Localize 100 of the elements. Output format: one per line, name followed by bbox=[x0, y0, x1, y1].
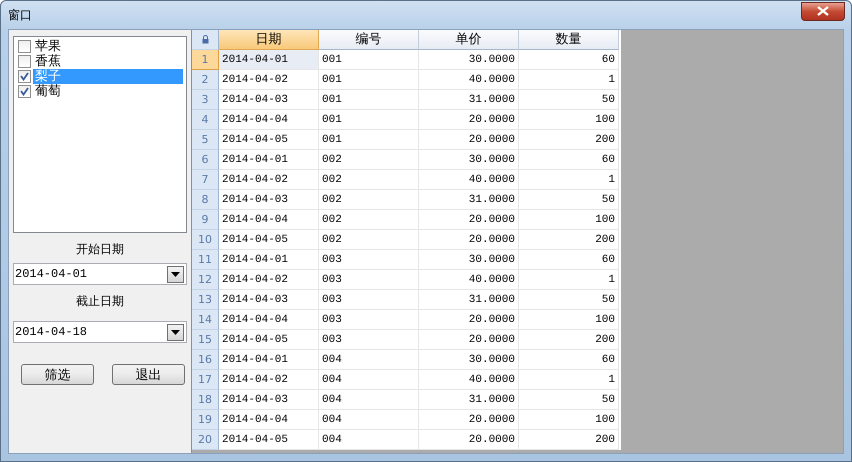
checkbox[interactable] bbox=[18, 40, 31, 53]
row-header[interactable]: 5 bbox=[192, 130, 219, 150]
row-header[interactable]: 15 bbox=[192, 330, 219, 350]
table-cell: 2014-04-04 bbox=[219, 210, 319, 230]
filter-button[interactable]: 筛选 bbox=[21, 364, 94, 385]
table-cell: 60 bbox=[519, 50, 619, 70]
table-cell: 2014-04-04 bbox=[219, 110, 319, 130]
exit-button[interactable]: 退出 bbox=[112, 364, 185, 385]
table-cell: 002 bbox=[319, 170, 419, 190]
table-cell: 003 bbox=[319, 330, 419, 350]
list-item[interactable]: 苹果 bbox=[33, 39, 186, 54]
row-header[interactable]: 1 bbox=[192, 50, 219, 70]
table-cell: 40.0000 bbox=[419, 270, 519, 290]
lock-icon bbox=[202, 35, 208, 44]
table-cell: 40.0000 bbox=[419, 170, 519, 190]
table-cell: 2014-04-04 bbox=[219, 310, 319, 330]
table-cell: 002 bbox=[319, 210, 419, 230]
table-cell: 2014-04-04 bbox=[219, 410, 319, 430]
table-cell: 30.0000 bbox=[419, 350, 519, 370]
row-header[interactable]: 20 bbox=[192, 430, 219, 450]
table-cell: 40.0000 bbox=[419, 370, 519, 390]
table-cell: 100 bbox=[519, 210, 619, 230]
row-header[interactable]: 6 bbox=[192, 150, 219, 170]
table-cell: 100 bbox=[519, 410, 619, 430]
table-cell: 2014-04-01 bbox=[219, 50, 319, 70]
table-cell: 2014-04-01 bbox=[219, 150, 319, 170]
row-header[interactable]: 11 bbox=[192, 250, 219, 270]
close-icon bbox=[816, 6, 830, 16]
row-header[interactable]: 19 bbox=[192, 410, 219, 430]
close-button[interactable] bbox=[801, 2, 845, 20]
table-cell: 20.0000 bbox=[419, 430, 519, 450]
table-cell: 50 bbox=[519, 190, 619, 210]
table-cell: 50 bbox=[519, 290, 619, 310]
table-cell: 20.0000 bbox=[419, 310, 519, 330]
table-cell: 003 bbox=[319, 310, 419, 330]
table-cell: 100 bbox=[519, 310, 619, 330]
table-cell: 1 bbox=[519, 270, 619, 290]
field-label: 截止日期 bbox=[75, 293, 125, 310]
date-dropdown[interactable]: 2014-04-18 bbox=[13, 321, 187, 343]
table-cell: 30.0000 bbox=[419, 250, 519, 270]
table-cell: 31.0000 bbox=[419, 290, 519, 310]
table-cell: 1 bbox=[519, 170, 619, 190]
table-cell: 30.0000 bbox=[419, 150, 519, 170]
list-item[interactable]: 梨子 bbox=[33, 69, 183, 84]
list-item[interactable]: 葡萄 bbox=[33, 84, 186, 99]
table-cell: 20.0000 bbox=[419, 130, 519, 150]
table-cell: 2014-04-03 bbox=[219, 90, 319, 110]
table-cell: 200 bbox=[519, 330, 619, 350]
table-cell: 003 bbox=[319, 250, 419, 270]
checkbox[interactable] bbox=[18, 70, 31, 83]
table-cell: 31.0000 bbox=[419, 90, 519, 110]
row-header[interactable]: 17 bbox=[192, 370, 219, 390]
row-header[interactable]: 12 bbox=[192, 270, 219, 290]
field-label: 开始日期 bbox=[75, 241, 125, 258]
table-cell: 20.0000 bbox=[419, 330, 519, 350]
table-cell: 004 bbox=[319, 410, 419, 430]
table-cell: 200 bbox=[519, 130, 619, 150]
table-cell: 003 bbox=[319, 290, 419, 310]
table-cell: 31.0000 bbox=[419, 390, 519, 410]
table-cell: 20.0000 bbox=[419, 230, 519, 250]
table-cell: 2014-04-01 bbox=[219, 350, 319, 370]
table-cell: 2014-04-02 bbox=[219, 170, 319, 190]
row-header[interactable]: 8 bbox=[192, 190, 219, 210]
table-cell: 2014-04-02 bbox=[219, 70, 319, 90]
row-header[interactable]: 14 bbox=[192, 310, 219, 330]
column-header[interactable]: 单价 bbox=[419, 30, 519, 50]
table-cell: 004 bbox=[319, 350, 419, 370]
table-cell: 002 bbox=[319, 190, 419, 210]
table-cell: 40.0000 bbox=[419, 70, 519, 90]
checkbox[interactable] bbox=[18, 55, 31, 68]
table-cell: 2014-04-05 bbox=[219, 230, 319, 250]
list-item[interactable]: 香蕉 bbox=[33, 54, 186, 69]
column-header[interactable]: 日期 bbox=[219, 30, 319, 50]
table-cell: 001 bbox=[319, 130, 419, 150]
table-cell: 004 bbox=[319, 390, 419, 410]
row-header[interactable]: 18 bbox=[192, 390, 219, 410]
column-header[interactable]: 数量 bbox=[519, 30, 619, 50]
column-header[interactable]: 编号 bbox=[319, 30, 419, 50]
row-header[interactable]: 2 bbox=[192, 70, 219, 90]
checkbox[interactable] bbox=[18, 85, 31, 98]
date-dropdown[interactable]: 2014-04-01 bbox=[13, 263, 187, 285]
row-header[interactable]: 7 bbox=[192, 170, 219, 190]
table-cell: 20.0000 bbox=[419, 110, 519, 130]
table-cell: 50 bbox=[519, 90, 619, 110]
row-header[interactable]: 13 bbox=[192, 290, 219, 310]
table-cell: 2014-04-03 bbox=[219, 290, 319, 310]
table-cell: 30.0000 bbox=[419, 50, 519, 70]
table-cell: 100 bbox=[519, 110, 619, 130]
table-cell: 001 bbox=[319, 70, 419, 90]
row-header[interactable]: 9 bbox=[192, 210, 219, 230]
table-cell: 2014-04-05 bbox=[219, 130, 319, 150]
table-cell: 20.0000 bbox=[419, 410, 519, 430]
row-header[interactable]: 3 bbox=[192, 90, 219, 110]
table-cell: 2014-04-03 bbox=[219, 390, 319, 410]
table-cell: 2014-04-05 bbox=[219, 330, 319, 350]
row-header[interactable]: 10 bbox=[192, 230, 219, 250]
table-cell: 60 bbox=[519, 350, 619, 370]
row-header[interactable]: 16 bbox=[192, 350, 219, 370]
row-header[interactable]: 4 bbox=[192, 110, 219, 130]
table-cell: 60 bbox=[519, 250, 619, 270]
